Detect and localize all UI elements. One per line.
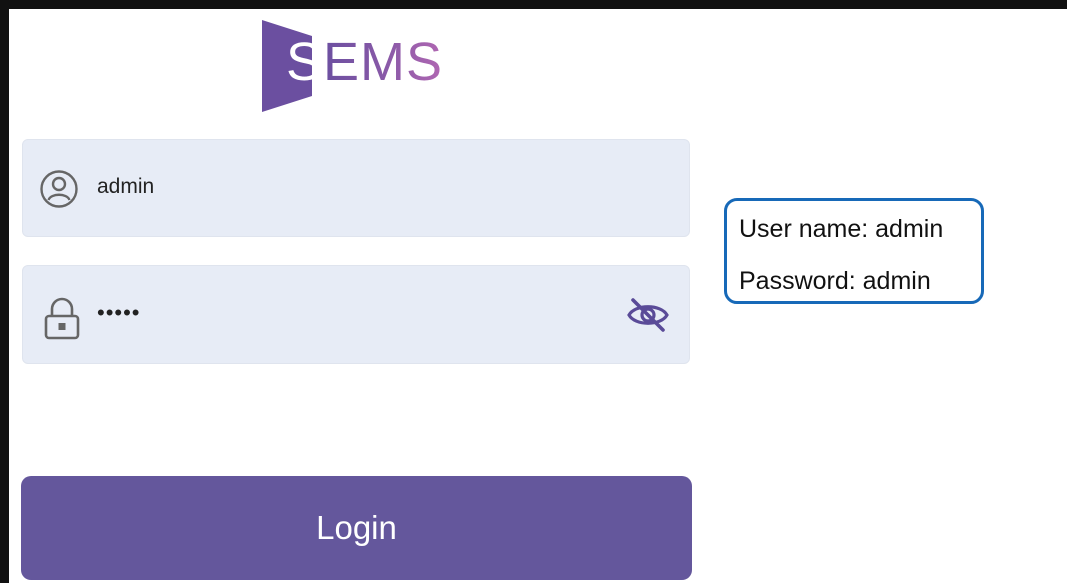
logo-letters-ems: EMS — [323, 32, 444, 92]
logo-text: SEMS — [286, 30, 443, 94]
callout-username-line: User name: admin — [739, 215, 944, 243]
credentials-callout: User name: admin Password: admin — [724, 198, 984, 304]
username-input[interactable] — [97, 172, 657, 202]
sems-logo: SEMS — [262, 20, 462, 112]
username-field[interactable] — [22, 139, 690, 237]
password-input[interactable] — [97, 298, 617, 328]
user-circle-icon — [39, 169, 79, 214]
lock-icon — [43, 296, 81, 345]
callout-password-line: Password: admin — [739, 267, 931, 295]
logo-letter-s: S — [286, 32, 324, 92]
password-field[interactable] — [22, 265, 690, 364]
login-button[interactable]: Login — [21, 476, 692, 580]
eye-off-icon[interactable] — [625, 296, 671, 339]
